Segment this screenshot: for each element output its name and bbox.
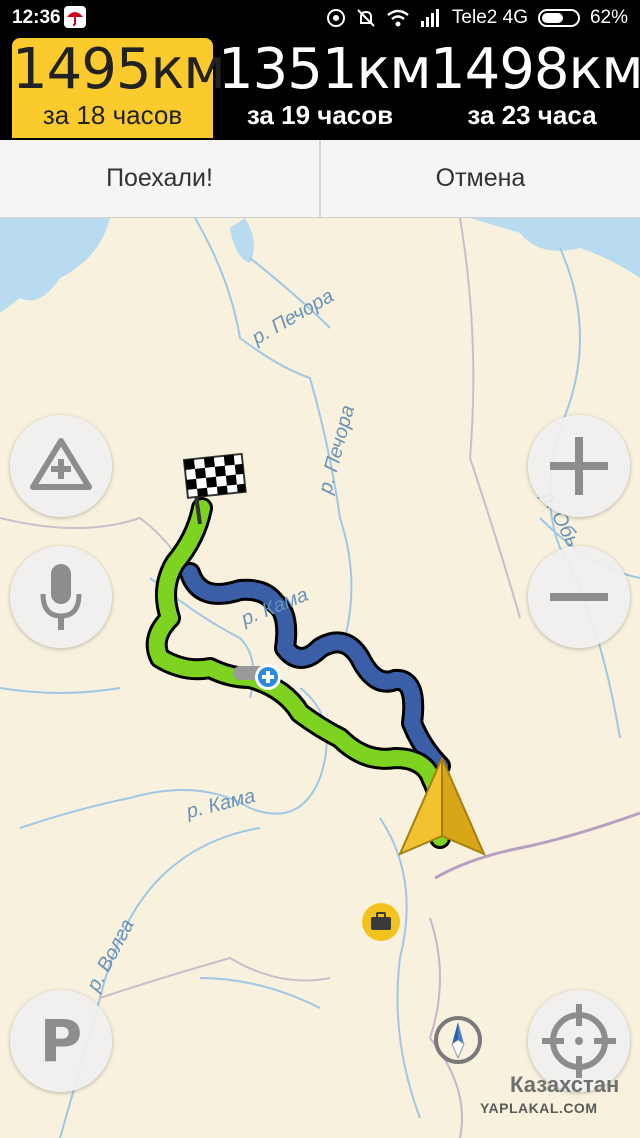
route-distance: 1495км [12, 37, 226, 102]
weather-umbrella-icon [64, 6, 86, 28]
poi-briefcase-icon[interactable] [362, 903, 400, 941]
go-button[interactable]: Поехали! [0, 140, 319, 217]
parking-icon: P [39, 1007, 83, 1075]
region-border-2 [459, 218, 521, 619]
add-road-event-button[interactable] [10, 415, 112, 517]
route-option-1[interactable]: 1495км за 18 часов [12, 37, 226, 138]
route-distance: 1351км [218, 37, 432, 102]
river-kama [19, 687, 328, 829]
river-tributary-3 [0, 687, 121, 694]
zoom-out-icon [550, 593, 608, 601]
battery-percent: 62% [589, 7, 628, 28]
zoom-in-button[interactable] [528, 415, 630, 517]
add-road-event-icon [30, 438, 92, 490]
cancel-button[interactable]: Отмена [319, 140, 640, 217]
route-options: 1495км за 18 часов 1351км за 19 часов 14… [0, 36, 640, 140]
locate-me-icon [542, 1004, 616, 1078]
compass-icon [434, 1016, 482, 1064]
status-bar: 12:36 Tele2 4G 62% [0, 0, 640, 36]
parking-button[interactable]: P [10, 990, 112, 1092]
route-duration: за 23 часа [467, 100, 597, 130]
map-view[interactable]: р. Печора р. Печора р. Обь р. Кама р. Ка… [0, 218, 640, 1138]
map-canvas [0, 218, 640, 1138]
route-duration: за 18 часов [42, 100, 183, 130]
route-distance: 1498км [430, 37, 640, 102]
lake-water [230, 218, 254, 263]
river-tributary-4 [379, 817, 421, 1119]
signal-icon [420, 9, 439, 27]
via-point-icon[interactable] [255, 664, 281, 690]
battery-icon [537, 9, 580, 27]
wifi-icon [387, 9, 409, 27]
country-label-kazakhstan: Казахстан [510, 1072, 620, 1097]
river-tributary-5 [199, 977, 321, 1009]
voice-search-button[interactable] [10, 546, 112, 648]
white-sea-water [0, 218, 110, 313]
hotspot-icon [326, 9, 345, 27]
kara-sea-water [470, 218, 640, 278]
river-pechora [194, 218, 353, 639]
status-indicators: Tele2 4G 62% [326, 7, 628, 29]
carrier-label: Tele2 4G [451, 7, 528, 28]
route-option-2[interactable]: 1351км за 19 часов [218, 37, 432, 138]
mute-bell-icon [357, 9, 375, 27]
route-duration: за 19 часов [246, 100, 394, 130]
status-time: 12:36 [12, 7, 61, 28]
compass-button[interactable] [432, 1014, 484, 1066]
zoom-in-icon [550, 437, 608, 495]
microphone-icon [40, 564, 82, 630]
zoom-out-button[interactable] [528, 546, 630, 648]
watermark: YAPLAKAL.COM [480, 1100, 598, 1116]
action-bar: Поехали! Отмена [0, 140, 640, 218]
route-option-3[interactable]: 1498км за 23 часа [430, 37, 640, 138]
